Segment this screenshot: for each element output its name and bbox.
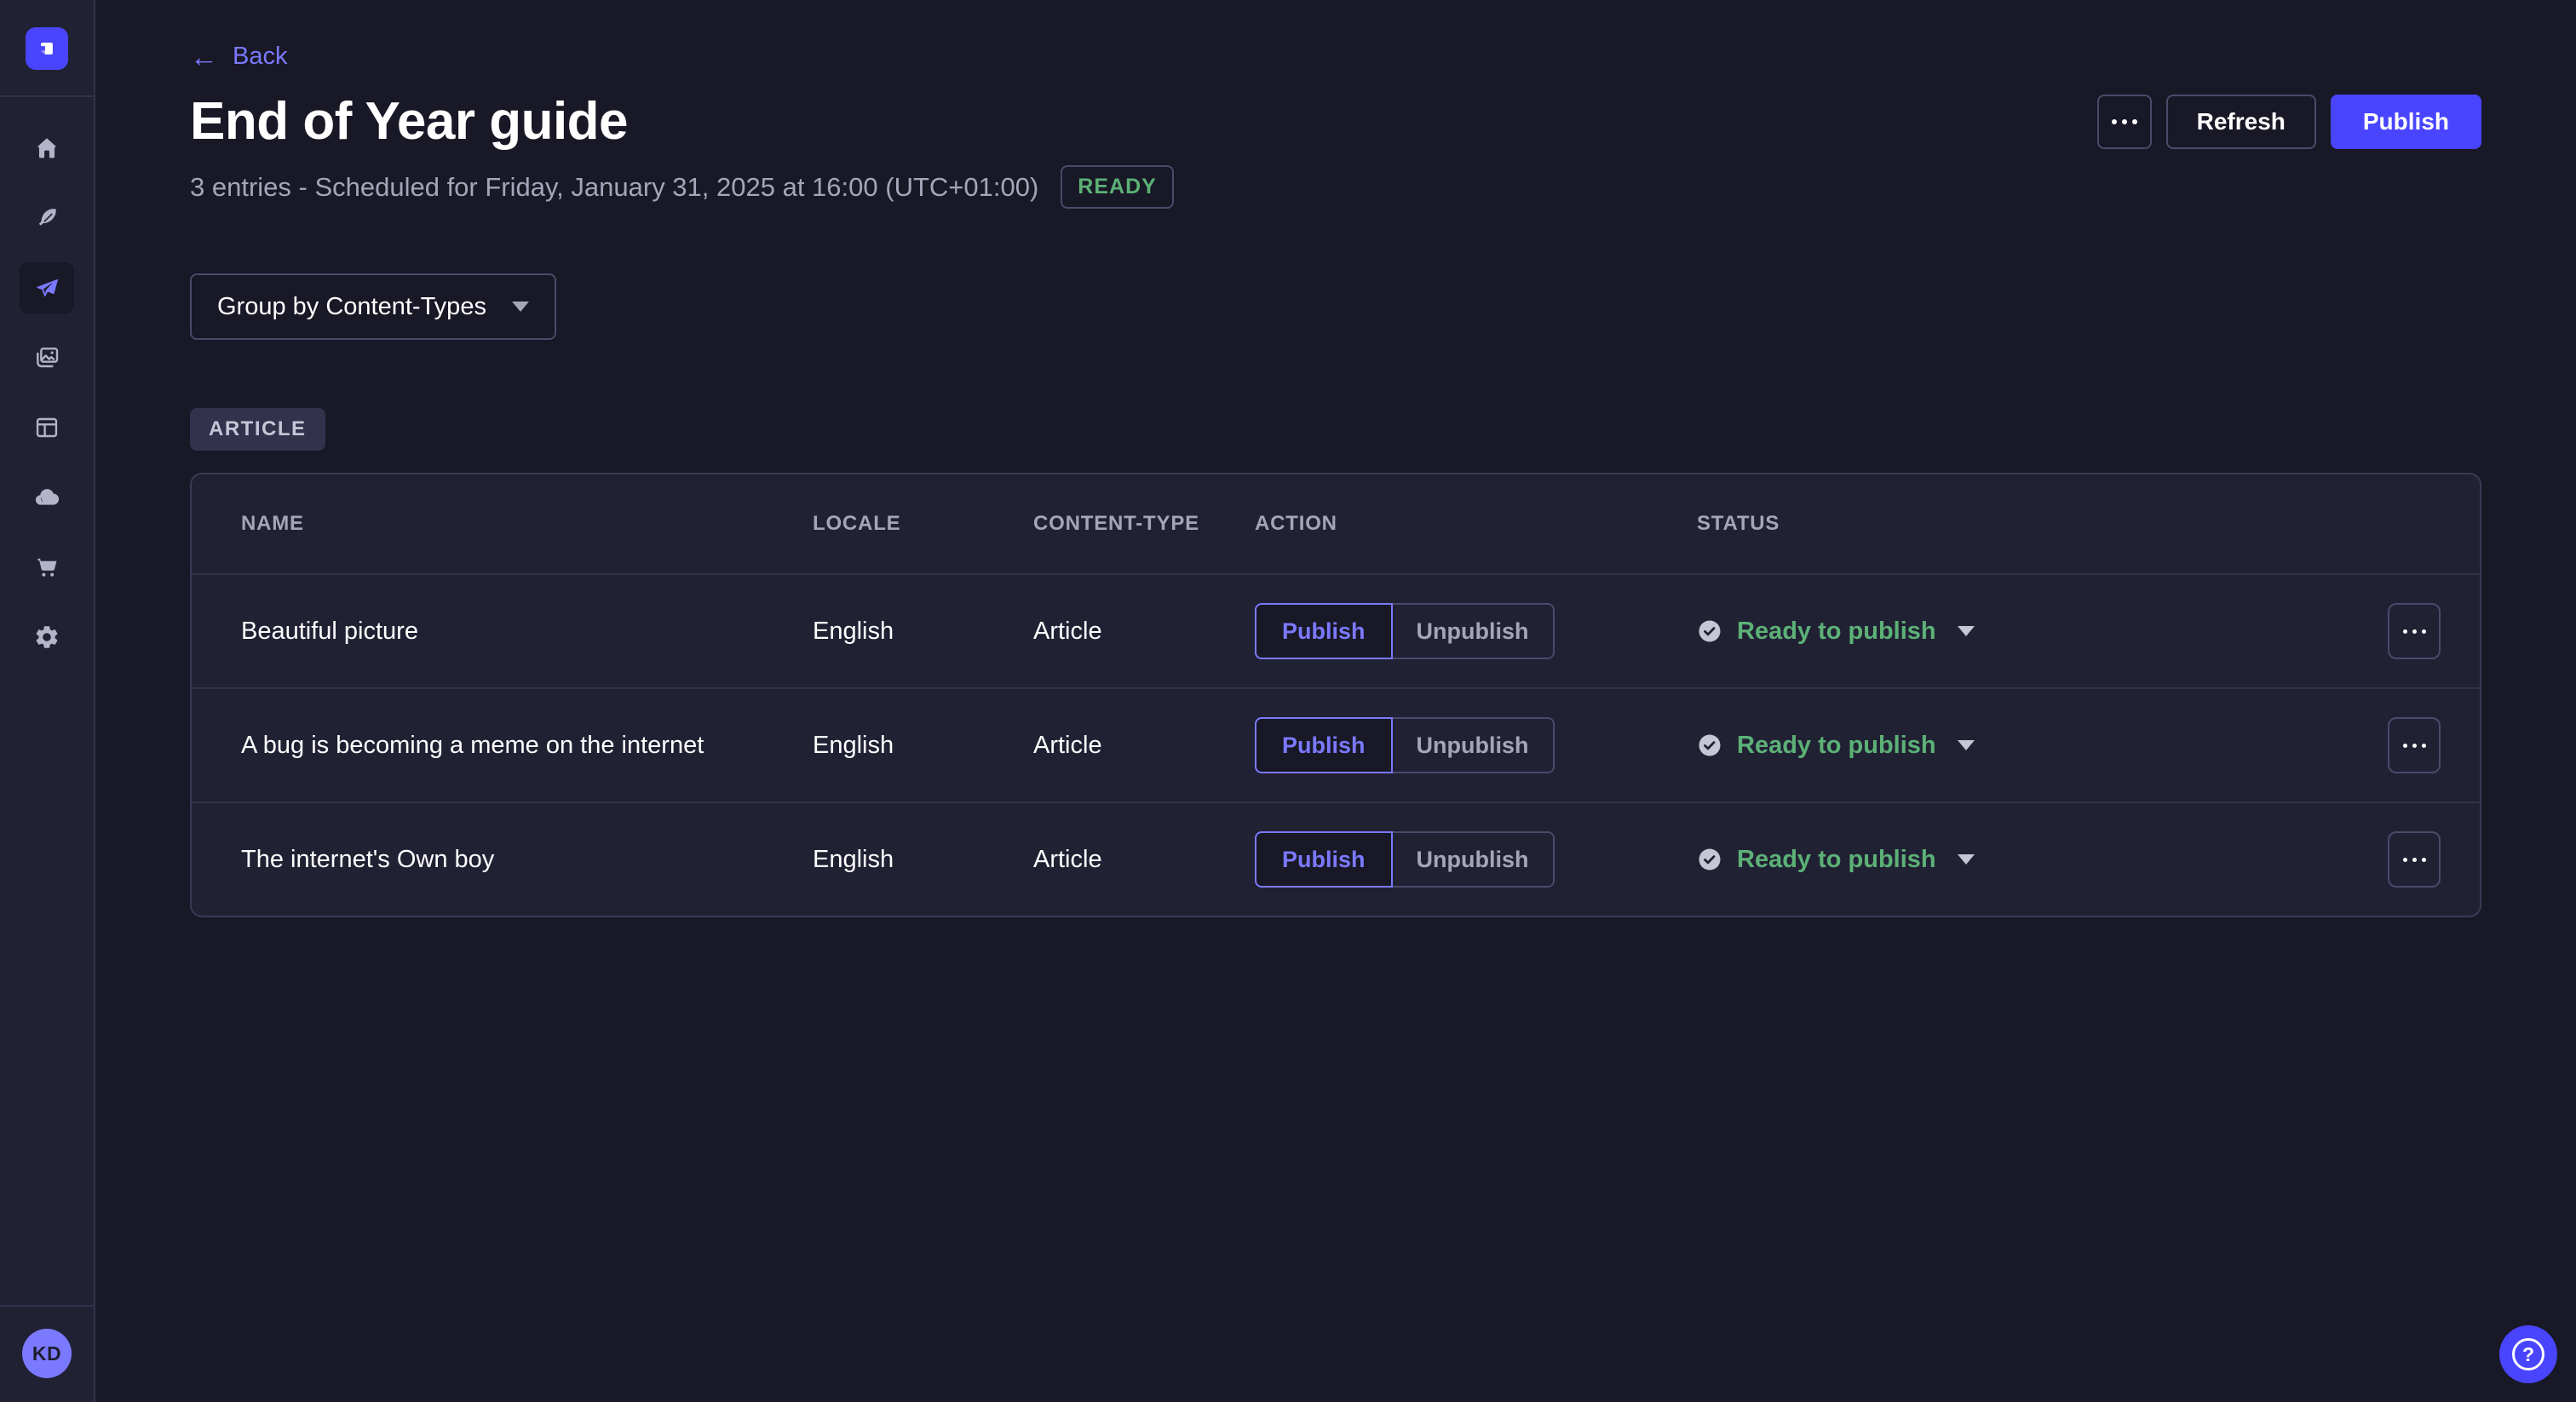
entry-content-type: Article (1033, 732, 1255, 760)
entry-name: A bug is becoming a meme on the internet (241, 732, 813, 760)
status-label: Ready to publish (1737, 846, 1936, 874)
sidebar-item-content-manager[interactable] (20, 192, 74, 244)
sidebar-item-home[interactable] (20, 123, 74, 174)
home-icon (33, 135, 60, 162)
publish-action-button[interactable]: Publish (1255, 603, 1393, 659)
column-header-locale: LOCALE (813, 512, 1033, 536)
cart-icon (33, 554, 60, 581)
chevron-down-icon (512, 302, 529, 312)
chevron-down-icon (1958, 854, 1975, 865)
entry-status[interactable]: Ready to publish (1697, 732, 2321, 760)
entry-content-type: Article (1033, 846, 1255, 874)
page-title: End of Year guide (190, 91, 628, 152)
action-toggle: Publish Unpublish (1255, 717, 1697, 773)
back-label: Back (233, 43, 287, 71)
sidebar-item-settings[interactable] (20, 612, 74, 663)
refresh-button[interactable]: Refresh (2166, 95, 2316, 149)
status-badge: READY (1061, 165, 1174, 209)
column-header-content-type: CONTENT-TYPE (1033, 512, 1255, 536)
column-header-status: STATUS (1697, 512, 2321, 536)
content-type-group-badge: ARTICLE (190, 408, 325, 451)
entry-name: The internet's Own boy (241, 846, 813, 874)
action-toggle: Publish Unpublish (1255, 603, 1697, 659)
header-actions: Refresh Publish (2097, 95, 2481, 149)
publish-release-button[interactable]: Publish (2331, 95, 2481, 149)
more-icon (2403, 744, 2426, 748)
release-subtitle: 3 entries - Scheduled for Friday, Januar… (190, 172, 1038, 203)
entry-name: Beautiful picture (241, 618, 813, 646)
publish-action-button[interactable]: Publish (1255, 831, 1393, 888)
sidebar-nav (20, 97, 74, 681)
check-circle-icon (1697, 847, 1722, 872)
row-more-button[interactable] (2388, 831, 2441, 888)
chevron-down-icon (1958, 626, 1975, 636)
table-row: The internet's Own boy English Article P… (192, 802, 2480, 916)
layout-icon (33, 414, 60, 441)
chevron-down-icon (1958, 740, 1975, 750)
publish-action-button[interactable]: Publish (1255, 717, 1393, 773)
entry-locale: English (813, 618, 1033, 646)
help-button[interactable]: ? (2499, 1325, 2557, 1383)
entries-table: NAME LOCALE CONTENT-TYPE ACTION STATUS B… (190, 473, 2481, 917)
entry-status[interactable]: Ready to publish (1697, 618, 2321, 646)
sidebar-footer: KD (0, 1305, 95, 1402)
release-more-button[interactable] (2097, 95, 2152, 149)
table-header-row: NAME LOCALE CONTENT-TYPE ACTION STATUS (192, 474, 2480, 573)
row-more-button[interactable] (2388, 717, 2441, 773)
feather-icon (33, 204, 60, 232)
back-arrow-icon: ← (190, 43, 218, 71)
sidebar-item-releases[interactable] (20, 262, 74, 313)
back-link[interactable]: ← Back (190, 43, 287, 71)
sidebar: KD (0, 0, 95, 1402)
avatar[interactable]: KD (22, 1329, 72, 1378)
unpublish-action-button[interactable]: Unpublish (1391, 603, 1555, 659)
entry-content-type: Article (1033, 618, 1255, 646)
unpublish-action-button[interactable]: Unpublish (1391, 717, 1555, 773)
more-icon (2403, 858, 2426, 862)
group-by-label: Group by Content-Types (217, 293, 486, 321)
status-label: Ready to publish (1737, 732, 1936, 760)
sidebar-item-deploy[interactable] (20, 472, 74, 523)
sidebar-item-media-library[interactable] (20, 332, 74, 383)
action-toggle: Publish Unpublish (1255, 831, 1697, 888)
sidebar-item-content-type-builder[interactable] (20, 402, 74, 453)
column-header-name: NAME (241, 512, 813, 536)
check-circle-icon (1697, 733, 1722, 758)
gear-icon (33, 623, 60, 651)
question-mark-icon: ? (2512, 1338, 2544, 1370)
sidebar-item-marketplace[interactable] (20, 542, 74, 593)
more-icon (2403, 629, 2426, 634)
cloud-icon (33, 484, 60, 511)
table-row: Beautiful picture English Article Publis… (192, 573, 2480, 687)
group-by-select[interactable]: Group by Content-Types (190, 273, 556, 340)
column-header-action: ACTION (1255, 512, 1697, 536)
entry-locale: English (813, 846, 1033, 874)
check-circle-icon (1697, 618, 1722, 644)
strapi-logo-icon (34, 36, 60, 61)
paper-plane-icon (33, 274, 60, 302)
table-row: A bug is becoming a meme on the internet… (192, 687, 2480, 802)
row-more-button[interactable] (2388, 603, 2441, 659)
entry-locale: English (813, 732, 1033, 760)
images-icon (33, 344, 60, 371)
strapi-logo[interactable] (26, 27, 68, 70)
main-content: ← Back End of Year guide Refresh Publish… (95, 0, 2576, 1402)
unpublish-action-button[interactable]: Unpublish (1391, 831, 1555, 888)
entry-status[interactable]: Ready to publish (1697, 846, 2321, 874)
status-label: Ready to publish (1737, 618, 1936, 646)
more-icon (2112, 119, 2137, 124)
